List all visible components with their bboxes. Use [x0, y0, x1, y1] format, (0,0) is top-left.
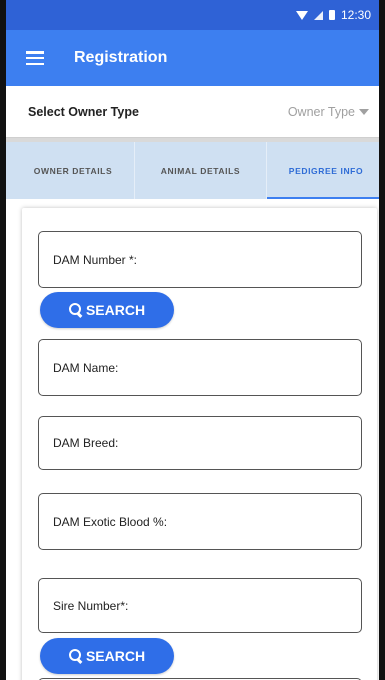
- dropdown-caret-icon: [359, 108, 369, 115]
- dam-exotic-blood-label: DAM Exotic Blood %:: [53, 514, 168, 529]
- dam-search-button[interactable]: SEARCH: [40, 292, 174, 328]
- owner-type-dropdown[interactable]: Owner Type: [288, 105, 369, 119]
- sire-search-button[interactable]: SEARCH: [40, 638, 174, 674]
- hamburger-menu-icon[interactable]: [26, 51, 44, 65]
- battery-icon: [328, 10, 335, 20]
- owner-type-label: Select Owner Type: [28, 104, 139, 119]
- device-frame-left: [0, 0, 6, 680]
- dam-breed-field[interactable]: DAM Breed:: [38, 416, 362, 470]
- dam-search-label: SEARCH: [85, 302, 146, 318]
- search-icon: [68, 303, 83, 317]
- owner-type-placeholder: Owner Type: [287, 104, 355, 119]
- owner-type-row: Select Owner Type Owner Type: [0, 86, 385, 138]
- sire-number-label: Sire Number*:: [53, 598, 129, 613]
- status-time: 12:30: [340, 8, 371, 22]
- device-frame-right: [379, 0, 385, 680]
- app-bar: Registration: [0, 30, 385, 86]
- dam-breed-label: DAM Breed:: [53, 436, 119, 450]
- page-title: Registration: [74, 49, 168, 66]
- dam-exotic-blood-field[interactable]: DAM Exotic Blood %:: [38, 493, 362, 550]
- sire-search-label: SEARCH: [85, 648, 146, 664]
- pedigree-form-card: DAM Number *: SEARCH DAM Name: DAM Breed…: [22, 208, 377, 680]
- status-bar: 12:30: [0, 0, 385, 30]
- tab-bar: OWNER DETAILS ANIMAL DETAILS PEDIGREE IN…: [0, 142, 385, 199]
- tab-owner-details[interactable]: OWNER DETAILS: [0, 142, 135, 199]
- dam-name-label: DAM Name:: [53, 360, 119, 375]
- dam-name-field[interactable]: DAM Name:: [38, 339, 362, 396]
- signal-icon: [313, 10, 323, 20]
- search-icon: [68, 649, 83, 663]
- sire-number-field[interactable]: Sire Number*:: [38, 578, 362, 633]
- dam-number-field[interactable]: DAM Number *:: [38, 231, 362, 288]
- tab-pedigree-info[interactable]: PEDIGREE INFO: [267, 142, 385, 199]
- tab-animal-details[interactable]: ANIMAL DETAILS: [135, 142, 267, 199]
- wifi-icon: [295, 10, 308, 20]
- dam-number-label: DAM Number *:: [53, 252, 138, 267]
